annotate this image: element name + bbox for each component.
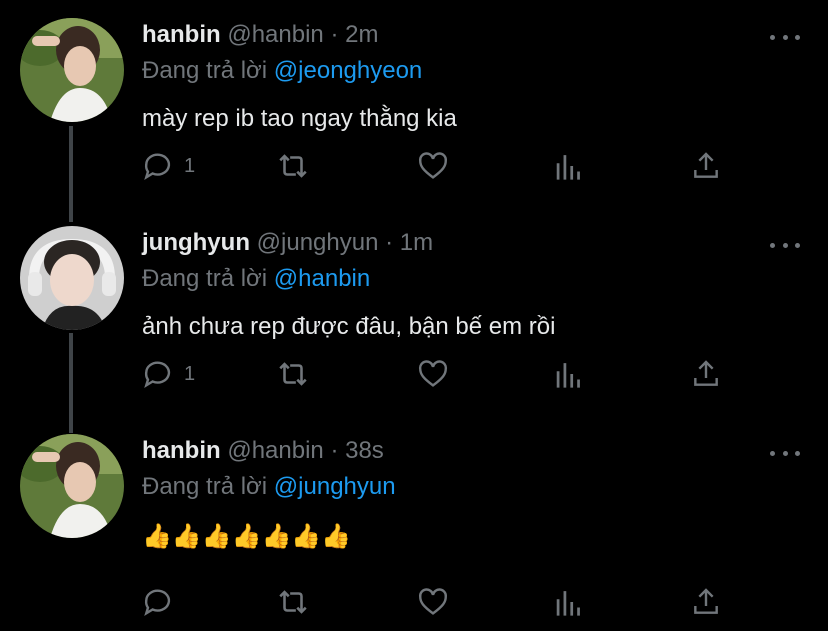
retweet-icon xyxy=(279,362,307,386)
tweet-header: junghyun @junghyun · 1m xyxy=(142,226,433,260)
replying-to-label: Đang trả lời xyxy=(142,57,268,84)
user-handle[interactable]: @hanbin xyxy=(227,21,323,48)
tweet[interactable]: hanbin @hanbin · 38s Đang trả lời @jungh… xyxy=(0,434,828,624)
share-icon xyxy=(694,152,718,178)
avatar[interactable] xyxy=(20,18,124,122)
analytics-button[interactable] xyxy=(554,584,584,620)
separator: · xyxy=(330,437,339,464)
share-button[interactable] xyxy=(690,148,722,184)
more-icon[interactable] xyxy=(770,448,800,458)
timestamp[interactable]: 1m xyxy=(400,229,433,256)
tweet-header: hanbin @hanbin · 2m xyxy=(142,18,378,52)
retweet-icon xyxy=(279,154,307,178)
avatar[interactable] xyxy=(20,226,124,330)
display-name[interactable]: hanbin xyxy=(142,437,221,464)
user-handle[interactable]: @junghyun xyxy=(257,229,379,256)
analytics-icon xyxy=(556,155,580,180)
timestamp[interactable]: 38s xyxy=(345,437,384,464)
analytics-icon xyxy=(556,591,580,616)
reply-icon xyxy=(144,361,171,388)
share-button[interactable] xyxy=(690,356,722,392)
like-button[interactable] xyxy=(416,148,450,184)
like-button[interactable] xyxy=(416,584,450,620)
tweet[interactable]: hanbin @hanbin · 2m Đang trả lời @jeongh… xyxy=(0,18,828,208)
tweet-text: 👍👍👍👍👍👍👍 xyxy=(142,523,352,550)
replying-to: Đang trả lời @hanbin xyxy=(142,262,370,296)
analytics-button[interactable] xyxy=(554,148,584,184)
replying-to: Đang trả lời @junghyun xyxy=(142,470,396,504)
tweet-actions: 1 xyxy=(142,148,742,184)
tweet[interactable]: junghyun @junghyun · 1m Đang trả lời @ha… xyxy=(0,226,828,416)
more-icon[interactable] xyxy=(770,240,800,250)
replying-to: Đang trả lời @jeonghyeon xyxy=(142,54,422,88)
tweet-actions xyxy=(142,584,742,620)
tweet-text: ảnh chưa rep được đâu, bận bế em rồi xyxy=(142,313,556,340)
retweet-button[interactable] xyxy=(274,148,312,184)
tweet-text: mày rep ib tao ngay thằng kia xyxy=(142,105,457,132)
mention-link[interactable]: @jeonghyeon xyxy=(274,57,422,84)
mention-link[interactable]: @hanbin xyxy=(274,265,370,292)
user-handle[interactable]: @hanbin xyxy=(227,437,323,464)
tweet-actions: 1 xyxy=(142,356,742,392)
replying-to-label: Đang trả lời xyxy=(142,473,268,500)
display-name[interactable]: junghyun xyxy=(142,229,250,256)
reply-button[interactable]: 1 xyxy=(142,148,195,184)
separator: · xyxy=(330,21,339,48)
retweet-button[interactable] xyxy=(274,584,312,620)
mention-link[interactable]: @junghyun xyxy=(274,473,396,500)
reply-count: 1 xyxy=(184,362,196,385)
reply-button[interactable]: 1 xyxy=(142,356,195,392)
avatar[interactable] xyxy=(20,434,124,538)
analytics-icon xyxy=(556,363,580,388)
share-icon xyxy=(694,588,718,614)
reply-icon xyxy=(144,589,171,616)
display-name[interactable]: hanbin xyxy=(142,21,221,48)
share-icon xyxy=(694,360,718,386)
more-icon[interactable] xyxy=(770,32,800,42)
reply-count: 1 xyxy=(184,154,196,177)
like-icon xyxy=(419,360,447,387)
retweet-button[interactable] xyxy=(274,356,312,392)
timestamp[interactable]: 2m xyxy=(345,21,378,48)
like-icon xyxy=(419,588,447,615)
separator: · xyxy=(385,229,394,256)
share-button[interactable] xyxy=(690,584,722,620)
tweet-header: hanbin @hanbin · 38s xyxy=(142,434,384,468)
replying-to-label: Đang trả lời xyxy=(142,265,268,292)
retweet-icon xyxy=(279,590,307,614)
reply-button[interactable] xyxy=(142,584,176,620)
reply-icon xyxy=(144,153,171,180)
like-icon xyxy=(419,152,447,179)
like-button[interactable] xyxy=(416,356,450,392)
analytics-button[interactable] xyxy=(554,356,584,392)
